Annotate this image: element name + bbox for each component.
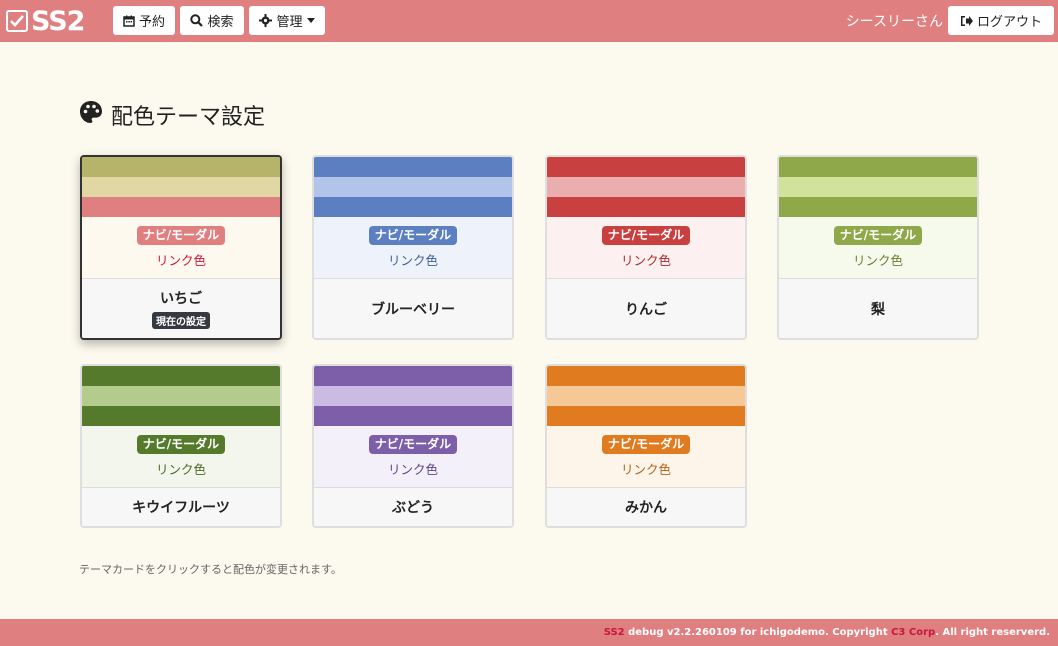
user-name: シースリーさん — [845, 14, 943, 30]
nav-modal-badge: ナビ/モーダル — [368, 226, 458, 245]
current-setting-badge: 現在の設定 — [152, 312, 210, 329]
color-stripe — [82, 366, 280, 386]
link-color-sample: リンク色 — [852, 252, 903, 268]
theme-card[interactable]: ナビ/モーダル リンク色ぶどう — [312, 364, 514, 528]
color-stripe — [779, 197, 977, 217]
color-stripe — [779, 157, 977, 177]
theme-name: ぶどう — [392, 500, 434, 516]
nav-modal-badge: ナビ/モーダル — [136, 226, 226, 245]
color-stripe — [82, 177, 280, 197]
theme-card[interactable]: ナビ/モーダル リンク色キウイフルーツ — [80, 364, 282, 528]
navbar: SS2 予約 検索 管理 シースリーさん ログアウト — [0, 0, 1058, 42]
logo-text: SS2 — [31, 5, 85, 37]
logout-button[interactable]: ログアウト — [948, 6, 1054, 35]
theme-card-footer: ぶどう — [314, 488, 512, 526]
page-title-text: 配色テーマ設定 — [111, 105, 266, 130]
hint-text: テーマカードをクリックすると配色が変更されます。 — [79, 563, 342, 576]
theme-card-footer: りんご — [547, 279, 745, 338]
gear-icon — [259, 14, 273, 27]
theme-card[interactable]: ナビ/モーダル リンク色ブルーベリー — [312, 155, 514, 340]
reserve-button[interactable]: 予約 — [113, 6, 175, 35]
color-stripe — [314, 157, 512, 177]
footer-corp-link[interactable]: C3 Corp — [891, 627, 935, 638]
color-stripe — [82, 157, 280, 177]
color-stripe — [547, 386, 745, 406]
page-title: 配色テーマ設定 — [79, 100, 265, 130]
color-stripe — [547, 177, 745, 197]
theme-card[interactable]: ナビ/モーダル リンク色りんご — [545, 155, 747, 340]
color-stripe — [314, 386, 512, 406]
theme-preview: ナビ/モーダル リンク色 — [547, 426, 745, 488]
logo[interactable]: SS2 — [6, 5, 85, 37]
theme-card[interactable]: ナビ/モーダル リンク色梨 — [777, 155, 979, 340]
link-color-sample: リンク色 — [155, 461, 206, 477]
nav-modal-badge: ナビ/モーダル — [368, 435, 458, 454]
color-stripe — [314, 177, 512, 197]
search-icon — [190, 14, 204, 27]
nav-modal-badge: ナビ/モーダル — [601, 226, 691, 245]
caret-down-icon — [306, 18, 315, 23]
link-color-sample: リンク色 — [155, 252, 206, 268]
theme-card-footer: ブルーベリー — [314, 279, 512, 338]
theme-preview: ナビ/モーダル リンク色 — [779, 217, 977, 279]
theme-name: りんご — [625, 301, 667, 318]
theme-card[interactable]: ナビ/モーダル リンク色みかん — [545, 364, 747, 528]
footer-text-1: debug v2.2.260109 for ichigodemo. Copyri… — [624, 627, 892, 638]
checkbox-logo-icon — [6, 10, 28, 32]
theme-card-footer: いちご 現在の設定 — [82, 279, 280, 338]
theme-preview: ナビ/モーダル リンク色 — [82, 217, 280, 279]
theme-card[interactable]: ナビ/モーダル リンク色いちご現在の設定 — [80, 155, 282, 340]
color-stripe — [314, 366, 512, 386]
color-stripe — [314, 406, 512, 426]
reserve-label: 予約 — [138, 15, 165, 30]
theme-preview: ナビ/モーダル リンク色 — [547, 217, 745, 279]
color-stripe — [547, 197, 745, 217]
color-stripe — [779, 177, 977, 197]
admin-label: 管理 — [276, 15, 303, 30]
theme-card-footer: 梨 — [779, 279, 977, 338]
theme-name: ブルーベリー — [371, 301, 455, 318]
nav-modal-badge: ナビ/モーダル — [833, 226, 923, 245]
admin-dropdown-button[interactable]: 管理 — [249, 6, 325, 35]
footer-text-2: . All right reserverd. — [935, 627, 1050, 638]
color-stripe — [547, 157, 745, 177]
search-label: 検索 — [207, 15, 234, 30]
nav-modal-badge: ナビ/モーダル — [136, 435, 226, 454]
theme-card-footer: キウイフルーツ — [82, 488, 280, 526]
link-color-sample: リンク色 — [387, 252, 438, 268]
theme-preview: ナビ/モーダル リンク色 — [82, 426, 280, 488]
theme-preview: ナビ/モーダル リンク色 — [314, 426, 512, 488]
color-stripe — [82, 197, 280, 217]
calendar-icon — [123, 15, 135, 27]
sign-out-icon — [960, 15, 973, 27]
color-stripe — [547, 406, 745, 426]
color-stripe — [82, 386, 280, 406]
theme-preview: ナビ/モーダル リンク色 — [314, 217, 512, 279]
link-color-sample: リンク色 — [387, 461, 438, 477]
link-color-sample: リンク色 — [620, 461, 671, 477]
footer-brand: SS2 — [603, 627, 625, 638]
footer: SS2 debug v2.2.260109 for ichigodemo. Co… — [0, 619, 1058, 646]
nav-modal-badge: ナビ/モーダル — [601, 435, 691, 454]
theme-name: キウイフルーツ — [132, 500, 230, 516]
search-button[interactable]: 検索 — [180, 6, 244, 35]
theme-card-footer: みかん — [547, 488, 745, 526]
theme-name: 梨 — [871, 301, 885, 318]
color-stripe — [547, 366, 745, 386]
theme-name: みかん — [625, 500, 667, 516]
color-stripe — [314, 197, 512, 217]
color-stripe — [82, 406, 280, 426]
theme-name: いちご — [160, 291, 202, 307]
link-color-sample: リンク色 — [620, 252, 671, 268]
palette-icon — [79, 100, 103, 130]
logout-label: ログアウト — [976, 15, 1042, 30]
